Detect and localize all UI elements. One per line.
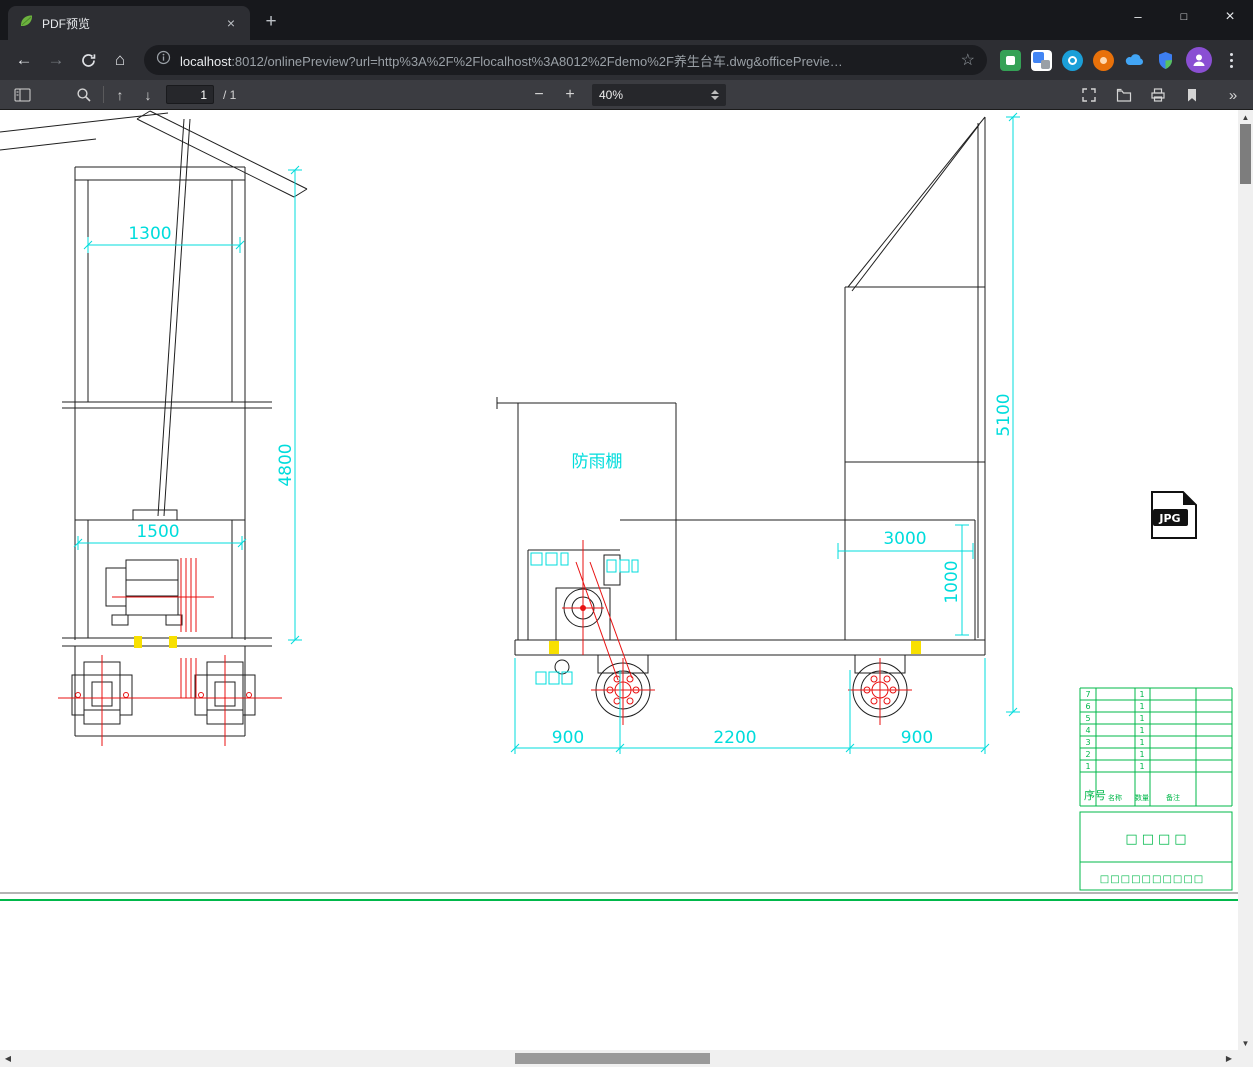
pdf-toolbar: ↑ ↓ / 1 − + 40% » xyxy=(0,80,1253,110)
bom-header-seq: 序号 xyxy=(1084,788,1106,802)
tab-close-icon[interactable]: × xyxy=(222,14,240,32)
dim-900-right-label: 900 xyxy=(901,728,933,748)
front-view: 1300 4800 1500 xyxy=(0,110,308,746)
url-host: localhost xyxy=(180,53,232,69)
bom-row-qty: 1 xyxy=(1139,738,1144,747)
print-button[interactable] xyxy=(1146,83,1170,107)
search-icon[interactable] xyxy=(72,83,96,107)
bom-header-qty: 数量 xyxy=(1135,793,1149,802)
bom-header-note: 备注 xyxy=(1166,793,1180,802)
toolbar-separator xyxy=(103,86,104,103)
bom-row-num: 3 xyxy=(1085,738,1090,747)
sidebar-toggle-button[interactable] xyxy=(10,83,34,107)
more-tools-button[interactable]: » xyxy=(1221,83,1245,107)
close-button[interactable]: × xyxy=(1207,0,1253,33)
bom-row-qty: 1 xyxy=(1139,762,1144,771)
refresh-button[interactable] xyxy=(74,46,102,74)
bom-row-qty: 1 xyxy=(1139,714,1144,723)
jpg-file-icon: JPG xyxy=(1151,491,1197,539)
bookmark-star-icon[interactable]: ☆ xyxy=(961,50,975,70)
vertical-scrollbar[interactable]: ▲ ▼ xyxy=(1238,110,1253,1050)
cad-drawing: 1300 4800 1500 防雨棚 5100 3000 1000 900 22… xyxy=(0,110,1238,901)
zoom-value: 40% xyxy=(599,88,624,102)
sheet-border xyxy=(0,892,1238,901)
window-controls: – □ × xyxy=(1115,0,1253,33)
spring-leaf-favicon xyxy=(18,13,34,34)
scroll-up-icon[interactable]: ▲ xyxy=(1238,110,1253,124)
rain-shelter-label: 防雨棚 xyxy=(572,452,623,472)
bom-row-num: 7 xyxy=(1085,690,1090,699)
site-info-icon[interactable] xyxy=(156,50,171,70)
bom-row-num: 4 xyxy=(1085,726,1090,735)
profile-avatar[interactable] xyxy=(1186,47,1212,73)
forward-button[interactable]: → xyxy=(42,46,70,74)
bom-row-qty: 1 xyxy=(1139,726,1144,735)
zoom-in-button[interactable]: + xyxy=(558,83,582,107)
extensions-area xyxy=(995,47,1245,73)
bom-header-name: 名称 xyxy=(1108,793,1122,802)
shield-extension-icon[interactable] xyxy=(1155,50,1176,71)
previous-page-button[interactable]: ↑ xyxy=(108,83,132,107)
maximize-button[interactable]: □ xyxy=(1161,0,1207,33)
bom-row-num: 2 xyxy=(1085,750,1090,759)
scroll-right-icon[interactable]: ▶ xyxy=(1221,1050,1237,1067)
extension-icon-1[interactable] xyxy=(1000,49,1021,71)
bom-row-qty: 1 xyxy=(1139,690,1144,699)
extension-icon-3[interactable] xyxy=(1093,49,1114,71)
browser-navbar: ← → ⌂ localhost:8012/onlinePreview?url=h… xyxy=(0,40,1253,80)
horizontal-scrollbar[interactable]: ◀ ▶ xyxy=(0,1050,1253,1067)
presentation-mode-button[interactable] xyxy=(1077,83,1101,107)
jpg-badge-label: JPG xyxy=(1158,512,1180,525)
bom-row-num: 6 xyxy=(1085,702,1090,711)
translate-extension-icon[interactable] xyxy=(1031,49,1052,71)
next-page-button[interactable]: ↓ xyxy=(136,83,160,107)
minimize-button[interactable]: – xyxy=(1115,0,1161,33)
title-block-bottom-text: □□□□□□□□□□ xyxy=(1100,874,1204,885)
bom-row-num: 5 xyxy=(1085,714,1090,723)
scroll-left-icon[interactable]: ◀ xyxy=(0,1050,16,1067)
vertical-scrollbar-thumb[interactable] xyxy=(1240,124,1251,184)
scroll-down-icon[interactable]: ▼ xyxy=(1238,1036,1253,1050)
back-button[interactable]: ← xyxy=(10,46,38,74)
bom-row-qty: 1 xyxy=(1139,750,1144,759)
side-view: 防雨棚 5100 3000 1000 900 2200 900 xyxy=(496,112,1020,754)
page-count-label: / 1 xyxy=(223,88,237,102)
dim-900-left-label: 900 xyxy=(552,728,584,748)
dim-2200-label: 2200 xyxy=(713,728,756,748)
title-block-doc-title: □□□□ xyxy=(1125,832,1190,847)
new-tab-button[interactable]: + xyxy=(258,9,284,35)
dim-3000-label: 3000 xyxy=(883,529,926,549)
cloud-extension-icon[interactable] xyxy=(1124,50,1145,71)
dim-4800-label: 4800 xyxy=(276,443,296,486)
browser-menu-button[interactable] xyxy=(1223,50,1239,71)
url-path: :8012/onlinePreview?url=http%3A%2F%2Floc… xyxy=(231,53,843,69)
browser-tab[interactable]: PDF预览 × xyxy=(8,6,250,40)
horizontal-scrollbar-thumb[interactable] xyxy=(515,1053,710,1064)
zoom-select[interactable]: 40% xyxy=(592,84,726,106)
dim-1000-label: 1000 xyxy=(942,560,962,603)
extension-icon-2[interactable] xyxy=(1062,49,1083,71)
url-text: localhost:8012/onlinePreview?url=http%3A… xyxy=(180,51,953,70)
dim-1500-label: 1500 xyxy=(136,522,179,542)
dim-5100-label: 5100 xyxy=(994,393,1014,436)
page-number-input[interactable] xyxy=(166,85,214,104)
pdf-page-viewer: 1300 4800 1500 防雨棚 5100 3000 1000 900 22… xyxy=(0,110,1253,1079)
dim-1300-label: 1300 xyxy=(128,224,171,244)
bom-row-qty: 1 xyxy=(1139,702,1144,711)
home-button[interactable]: ⌂ xyxy=(106,46,134,74)
tab-title: PDF预览 xyxy=(42,16,91,31)
bom-row-num: 1 xyxy=(1085,762,1090,771)
address-bar[interactable]: localhost:8012/onlinePreview?url=http%3A… xyxy=(144,45,987,75)
title-block-table: 7 6 5 4 3 2 1 1 1 1 1 1 1 1 序号 名称 数量 备注 … xyxy=(1079,687,1233,891)
bookmark-button[interactable] xyxy=(1180,83,1204,107)
open-file-button[interactable] xyxy=(1112,83,1136,107)
zoom-out-button[interactable]: − xyxy=(527,83,551,107)
select-spinner-icon xyxy=(711,90,719,100)
window-titlebar: PDF预览 × + – □ × xyxy=(0,0,1253,40)
